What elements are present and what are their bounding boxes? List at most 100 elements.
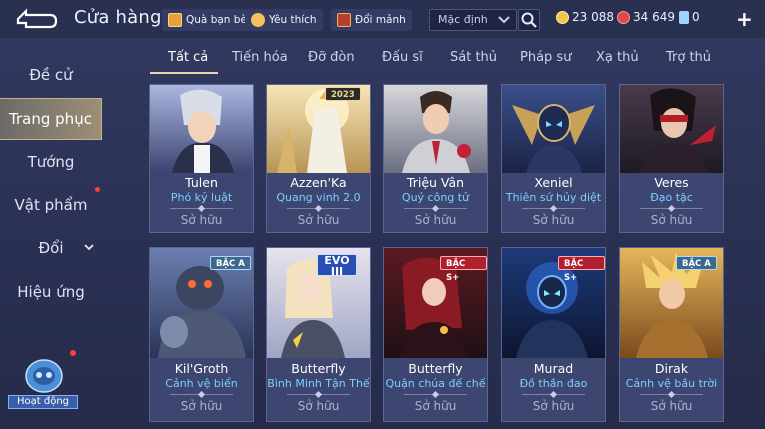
owned-status: Sở hữu xyxy=(650,213,693,227)
notification-dot xyxy=(95,187,100,192)
chevron-down-icon xyxy=(84,244,94,251)
owned-status: Sở hữu xyxy=(180,399,223,413)
skin-name: Cảnh vệ bầu trời xyxy=(625,377,718,390)
voucher-amount: 0 xyxy=(692,10,700,24)
skin-card-veres[interactable]: Veres Đạo tặc Sở hữu xyxy=(619,84,724,233)
event-robot-icon xyxy=(25,359,63,393)
ruby-currency: 34 649 xyxy=(617,10,675,24)
skin-name: Cảnh vệ biển xyxy=(165,377,238,390)
skin-card-murad[interactable]: BẬC S+ Murad Đồ thần đao Sở hữu xyxy=(501,247,606,422)
skin-card-xeniel[interactable]: Xeniel Thiên sứ hủy diệt Sở hữu xyxy=(501,84,606,233)
divider xyxy=(640,390,703,399)
tab-marksman[interactable]: Xạ thủ xyxy=(596,50,639,65)
skin-card-azzenka[interactable]: 2023 Azzen'Ka Quang vinh 2.0 Sở hữu xyxy=(266,84,371,233)
wishlist-label: Yêu thích xyxy=(269,14,317,26)
divider xyxy=(640,204,703,213)
exchange-shards-button[interactable]: Đổi mảnh xyxy=(331,9,412,31)
heart-icon xyxy=(251,13,265,27)
gift-icon xyxy=(168,13,182,27)
search-button[interactable] xyxy=(518,9,540,31)
skin-name: Đạo tặc xyxy=(650,191,693,204)
hero-name: Butterfly xyxy=(291,361,346,376)
event-button[interactable]: Hoạt động xyxy=(8,348,78,418)
skin-card-kilgroth[interactable]: BẬC A Kil'Groth Cảnh vệ biển Sở hữu xyxy=(149,247,254,422)
skin-name: Thiên sứ hủy diệt xyxy=(505,191,602,204)
top-bar: Cửa hàng Quà bạn bè Yêu thích Đổi mảnh M… xyxy=(0,0,765,38)
gold-currency: 23 088 xyxy=(556,10,614,24)
divider xyxy=(287,390,350,399)
sidebar-item-items[interactable]: Vật phẩm xyxy=(0,190,102,220)
divider xyxy=(404,204,467,213)
skin-card-tulen[interactable]: Tulen Phó kỷ luật Sở hữu xyxy=(149,84,254,233)
divider xyxy=(170,204,233,213)
active-tab-indicator xyxy=(150,72,218,74)
owned-status: Sở hữu xyxy=(650,399,693,413)
evo-badge: EVO III xyxy=(317,254,357,277)
exchange-shards-label: Đổi mảnh xyxy=(355,14,406,26)
skin-card-dirak[interactable]: BẬC A Dirak Cảnh vệ bầu trời Sở hữu xyxy=(619,247,724,422)
sidebar-item-exchange[interactable]: Đổi xyxy=(0,233,102,263)
owned-status: Sở hữu xyxy=(414,213,457,227)
sidebar-item-label: Đổi xyxy=(38,239,64,257)
hero-name: Veres xyxy=(654,175,689,190)
hero-name: Kil'Groth xyxy=(174,361,229,376)
owned-status: Sở hữu xyxy=(532,213,575,227)
search-icon xyxy=(521,12,537,28)
sidebar-item-heroes[interactable]: Tướng xyxy=(0,147,102,177)
shard-icon xyxy=(337,13,351,27)
year-badge: 2023 xyxy=(325,87,361,101)
hero-name: Butterfly xyxy=(408,361,463,376)
divider xyxy=(522,204,585,213)
sidebar-item-label: Hiệu ứng xyxy=(17,283,85,301)
tab-all[interactable]: Tất cả xyxy=(168,50,208,65)
divider xyxy=(170,390,233,399)
sidebar-item-label: Đề cử xyxy=(29,66,73,84)
shop-screen: Cửa hàng Quà bạn bè Yêu thích Đổi mảnh M… xyxy=(0,0,765,429)
hero-name: Murad xyxy=(533,361,574,376)
gift-friend-button[interactable]: Quà bạn bè xyxy=(162,9,253,31)
skin-name: Quang vinh 2.0 xyxy=(276,191,361,204)
hero-name: Dirak xyxy=(654,361,689,376)
chevron-down-icon xyxy=(498,16,510,24)
sidebar-item-featured[interactable]: Đề cử xyxy=(0,60,102,90)
gold-coin-icon xyxy=(556,10,569,24)
skin-art xyxy=(502,85,605,173)
skin-card-butterfly-evo[interactable]: EVO III Butterfly Bình Minh Tận Thế Sở h… xyxy=(266,247,371,422)
tier-badge: BẬC S+ xyxy=(558,256,605,283)
gift-friend-label: Quà bạn bè xyxy=(186,14,247,26)
hero-name: Xeniel xyxy=(534,175,573,190)
skin-art xyxy=(620,85,723,173)
tier-badge: BẬC S+ xyxy=(440,256,487,283)
wishlist-button[interactable]: Yêu thích xyxy=(245,9,323,31)
ruby-amount: 34 649 xyxy=(633,10,675,24)
back-arrow-icon[interactable] xyxy=(14,6,58,32)
divider xyxy=(287,204,350,213)
hero-name: Tulen xyxy=(185,175,218,190)
tab-tank[interactable]: Đỡ đòn xyxy=(308,50,355,65)
hero-name: Azzen'Ka xyxy=(290,175,347,190)
owned-status: Sở hữu xyxy=(297,213,340,227)
skin-art xyxy=(384,85,487,173)
hero-name: Triệu Vân xyxy=(406,175,465,190)
skin-card-trieu-van[interactable]: Triệu Vân Quý công tử Sở hữu xyxy=(383,84,488,233)
divider xyxy=(522,390,585,399)
sidebar-item-skins[interactable]: Trang phục xyxy=(0,98,102,140)
add-currency-button[interactable]: + xyxy=(736,7,753,31)
event-label: Hoạt động xyxy=(8,395,78,409)
tab-mage[interactable]: Pháp sư xyxy=(520,50,571,65)
sidebar-item-effects[interactable]: Hiệu ứng xyxy=(0,277,102,307)
page-title: Cửa hàng xyxy=(74,7,162,28)
notification-dot xyxy=(70,350,76,356)
sidebar-item-label: Trang phục xyxy=(9,110,92,128)
tab-support[interactable]: Trợ thủ xyxy=(666,50,711,65)
sort-select[interactable]: Mặc định xyxy=(429,9,517,31)
skin-name: Quý công tử xyxy=(401,191,470,204)
tab-fighter[interactable]: Đấu sĩ xyxy=(382,50,423,65)
tab-assassin[interactable]: Sát thủ xyxy=(450,50,497,65)
gold-amount: 23 088 xyxy=(572,10,614,24)
tab-evolution[interactable]: Tiến hóa xyxy=(232,50,288,65)
skin-art xyxy=(150,85,253,173)
skin-card-butterfly-empire[interactable]: BẬC S+ Butterfly Quận chúa đế chế Sở hữu xyxy=(383,247,488,422)
tier-badge: BẬC A xyxy=(676,256,717,270)
skin-name: Đồ thần đao xyxy=(519,377,588,390)
